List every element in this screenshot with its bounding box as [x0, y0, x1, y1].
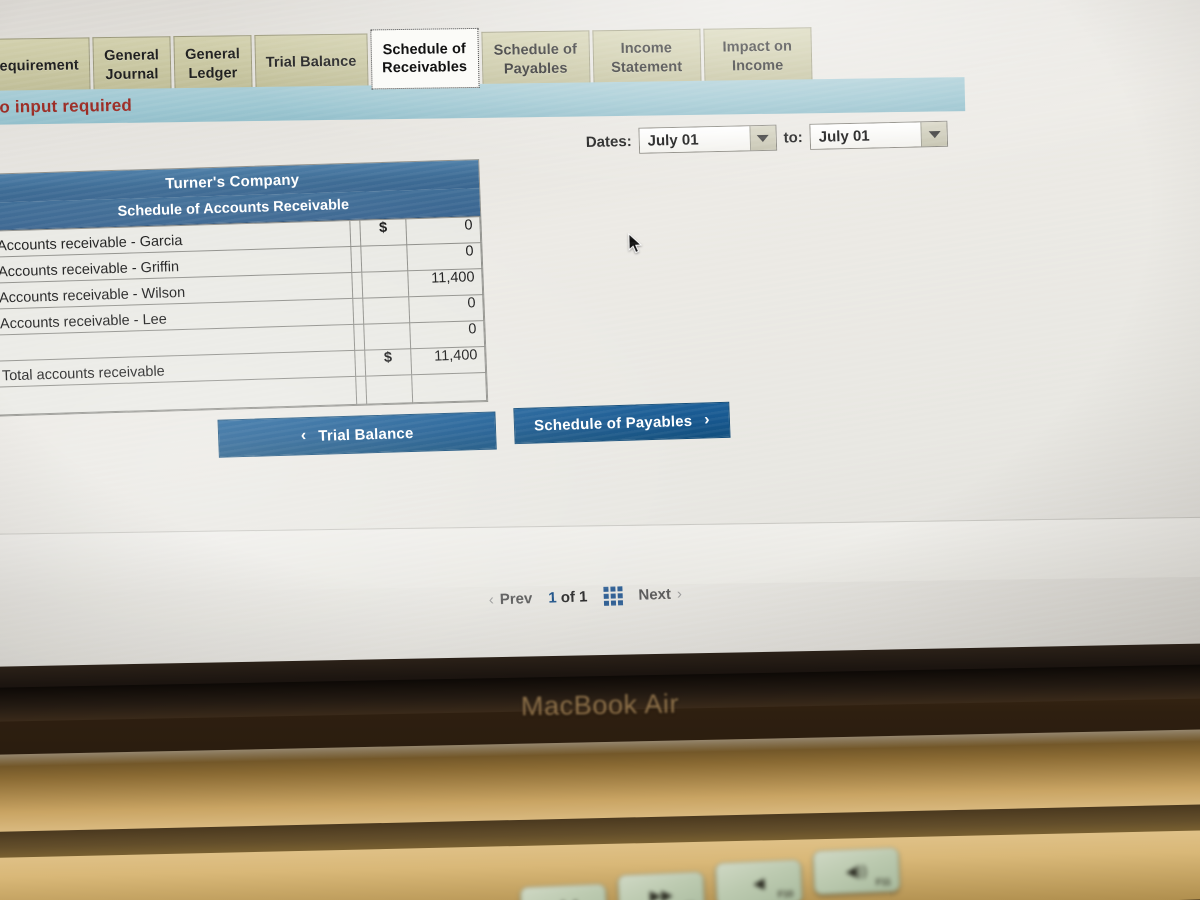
tab-label: General Ledger — [185, 46, 241, 82]
row-amount: 0 — [409, 320, 485, 349]
prev-sheet-label: Trial Balance — [318, 424, 414, 445]
tab-label: Schedule of Payables — [493, 41, 578, 78]
tab-trial-balance[interactable]: Trial Balance — [254, 33, 369, 92]
chevron-down-icon[interactable] — [920, 121, 948, 147]
row-amount: 0 — [405, 216, 481, 245]
pagination-bar[interactable]: ‹ Prev 1 of 1 Next › — [488, 584, 682, 609]
chevron-left-icon: ‹ — [300, 427, 307, 445]
date-from-value: July 01 — [639, 126, 750, 153]
next-sheet-button[interactable]: Schedule of Payables › — [513, 401, 731, 445]
date-to-value: July 01 — [810, 122, 922, 149]
tab-general-journal[interactable]: General Journal — [92, 36, 172, 94]
page-total: 1 — [578, 588, 588, 606]
tab-label: Impact on Income — [722, 38, 793, 74]
row-currency — [361, 270, 409, 299]
key-f9-fast-forward[interactable]: ▶▶ F9 — [617, 871, 706, 900]
chevron-down-icon[interactable] — [749, 125, 776, 151]
chevron-right-icon: › — [676, 585, 683, 603]
pager-next-label: Next — [638, 585, 672, 604]
tab-label: General Journal — [104, 47, 160, 83]
pager-next-button[interactable]: Next › — [638, 585, 682, 603]
next-sheet-label: Schedule of Payables — [533, 412, 693, 435]
row-amount: 11,400 — [407, 268, 483, 297]
key-label: F10 — [777, 888, 794, 900]
content-area-bottom — [0, 516, 1200, 594]
date-to-select[interactable]: July 01 — [809, 120, 949, 150]
page-counter: 1 of 1 — [548, 588, 588, 606]
page-of: of — [560, 588, 576, 607]
laptop-display: Requirement General Journal General Ledg… — [0, 0, 1200, 680]
chevron-right-icon: › — [703, 411, 711, 429]
key-f8-play-pause[interactable]: ▶❙❙ F8 — [519, 883, 608, 900]
status-banner-text: No input required — [0, 95, 133, 117]
total-amount: 11,400 — [410, 346, 486, 375]
tab-general-ledger[interactable]: General Ledger — [173, 35, 253, 93]
tab-label: Requirement — [0, 57, 79, 76]
mute-icon: ◀ — [752, 874, 765, 892]
total-currency: $ — [364, 348, 412, 377]
row-amount: 0 — [406, 242, 482, 271]
row-amount: 0 — [408, 294, 484, 323]
receivables-table: Accounts receivable - Garcia $ 0 Account… — [0, 216, 487, 416]
tab-label: Income Statement — [611, 40, 683, 76]
dates-label: Dates: — [585, 132, 632, 151]
key-label: F11 — [875, 876, 892, 888]
tab-schedule-of-payables[interactable]: Schedule of Payables — [480, 30, 591, 88]
date-range-controls[interactable]: Dates: July 01 to: July 01 — [585, 120, 949, 155]
row-currency — [362, 296, 410, 325]
key-f11-volume-down[interactable]: ◀)) F11 — [812, 847, 901, 895]
tab-requirement[interactable]: Requirement — [0, 37, 91, 95]
row-currency — [363, 322, 411, 351]
dates-to-label: to: — [783, 128, 804, 147]
tab-income-statement[interactable]: Income Statement — [591, 28, 702, 87]
tab-label: Schedule of Receivables — [382, 40, 468, 77]
prev-sheet-button[interactable]: ‹ Trial Balance — [217, 411, 497, 458]
photo-of-laptop-screen: Requirement General Journal General Ledg… — [0, 0, 1200, 900]
tab-schedule-of-receivables[interactable]: Schedule of Receivables — [369, 27, 480, 90]
page-current: 1 — [547, 589, 557, 607]
pager-prev-button[interactable]: ‹ Prev — [488, 590, 532, 608]
chevron-left-icon: ‹ — [488, 591, 495, 609]
key-f10-mute[interactable]: ◀ F10 — [714, 859, 803, 900]
date-from-select[interactable]: July 01 — [638, 124, 778, 154]
schedule-of-receivables-report: Turner's Company Schedule of Accounts Re… — [0, 159, 489, 417]
volume-icon: ◀)) — [845, 862, 868, 881]
grid-view-icon[interactable] — [603, 586, 623, 606]
row-currency: $ — [359, 218, 407, 247]
pager-prev-label: Prev — [499, 590, 533, 609]
tab-label: Trial Balance — [265, 54, 357, 72]
fast-forward-icon: ▶▶ — [649, 886, 674, 900]
application-window: Requirement General Journal General Ledg… — [0, 0, 1200, 674]
tab-impact-on-income[interactable]: Impact on Income — [702, 27, 813, 85]
row-currency — [360, 244, 408, 273]
